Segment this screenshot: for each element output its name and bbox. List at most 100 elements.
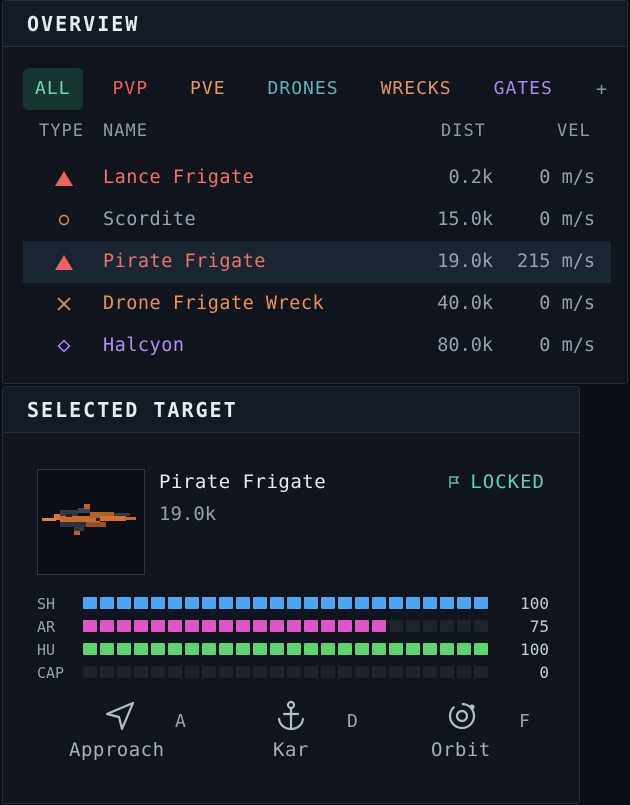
- target-distance: 19.0k: [159, 503, 217, 525]
- bar-segment: [219, 620, 233, 632]
- row-velocity: 0 m/s: [539, 167, 595, 188]
- column-type[interactable]: TYPE: [39, 121, 84, 141]
- approach-button[interactable]: A Approach: [67, 697, 227, 777]
- ship-portrait: [37, 469, 145, 575]
- bar-segment: [270, 597, 284, 609]
- bar-segment: [338, 666, 352, 678]
- bar-segment: [202, 666, 216, 678]
- overview-header: OVERVIEW: [3, 1, 627, 47]
- column-dist[interactable]: DIST: [441, 121, 486, 141]
- armor-bar: AR 75: [37, 616, 549, 639]
- bar-segment: [457, 643, 471, 655]
- bar-segment: [304, 597, 318, 609]
- bar-segment: [83, 666, 97, 678]
- orbit-button[interactable]: F Orbit: [431, 697, 591, 777]
- bar-segment: [457, 597, 471, 609]
- bar-segment: [219, 666, 233, 678]
- bar-segment: [83, 643, 97, 655]
- bar-segment: [406, 597, 420, 609]
- add-tab-button[interactable]: +: [596, 79, 607, 100]
- asteroid-circle-icon: [53, 199, 75, 241]
- row-name: Halcyon: [103, 335, 185, 356]
- bar-segment: [151, 597, 165, 609]
- row-distance: 0.2k: [448, 167, 493, 188]
- bar-segment: [219, 597, 233, 609]
- gate-diamond-icon: [53, 325, 75, 367]
- bar-segment: [304, 620, 318, 632]
- bar-segment: [423, 620, 437, 632]
- tab-pvp[interactable]: PVP: [101, 68, 161, 110]
- anchor-icon: [277, 700, 305, 731]
- bar-segment: [270, 666, 284, 678]
- bar-segment: [168, 597, 182, 609]
- bar-segment: [372, 597, 386, 609]
- bar-segment: [440, 643, 454, 655]
- tab-drones[interactable]: DRONES: [256, 68, 351, 110]
- overview-row[interactable]: Halcyon 80.0k 0 m/s: [23, 325, 611, 367]
- bar-segment: [287, 620, 301, 632]
- bar-segment: [202, 620, 216, 632]
- target-name: Pirate Frigate: [159, 471, 327, 493]
- bar-segment: [117, 666, 131, 678]
- overview-row[interactable]: Lance Frigate 0.2k 0 m/s: [23, 157, 611, 199]
- column-name[interactable]: NAME: [103, 121, 148, 141]
- bar-segment: [134, 643, 148, 655]
- bar-segment: [117, 597, 131, 609]
- tab-pve[interactable]: PVE: [178, 68, 238, 110]
- capacitor-bar-label: CAP: [37, 664, 65, 682]
- bar-segment: [253, 620, 267, 632]
- overview-row[interactable]: Scordite 15.0k 0 m/s: [23, 199, 611, 241]
- bar-segment: [236, 643, 250, 655]
- column-vel[interactable]: VEL: [557, 121, 591, 141]
- flag-icon: [449, 476, 460, 488]
- bar-segment: [355, 620, 369, 632]
- hull-bar-value: 100: [520, 640, 549, 659]
- bar-segment: [423, 643, 437, 655]
- capacitor-bar: CAP 0: [37, 662, 549, 685]
- target-actions: A Approach D Kar F Orbit: [3, 697, 581, 777]
- armor-bar-segments: [83, 620, 488, 632]
- bar-segment: [287, 597, 301, 609]
- shield-bar-segments: [83, 597, 488, 609]
- bar-segment: [355, 666, 369, 678]
- row-distance: 19.0k: [437, 251, 493, 272]
- overview-title: OVERVIEW: [27, 11, 140, 36]
- bar-segment: [117, 643, 131, 655]
- pirate-frigate-sprite: [42, 504, 136, 535]
- row-distance: 40.0k: [437, 293, 493, 314]
- lock-status-label: LOCKED: [470, 471, 545, 493]
- bar-segment: [389, 643, 403, 655]
- keep-at-range-button[interactable]: D Kar: [269, 697, 429, 777]
- tab-wrecks[interactable]: WRECKS: [369, 68, 464, 110]
- bar-segment: [321, 620, 335, 632]
- shield-bar: SH 100: [37, 593, 549, 616]
- hull-bar: HU 100: [37, 639, 549, 662]
- bar-segment: [134, 597, 148, 609]
- approach-label: Approach: [69, 739, 165, 761]
- orbit-icon: [448, 702, 476, 730]
- bar-segment: [321, 643, 335, 655]
- tab-all[interactable]: ALL: [23, 68, 83, 110]
- tab-gates[interactable]: GATES: [482, 68, 565, 110]
- bar-segment: [151, 666, 165, 678]
- row-velocity: 0 m/s: [539, 293, 595, 314]
- bar-segment: [134, 620, 148, 632]
- bar-segment: [440, 597, 454, 609]
- row-name: Drone Frigate Wreck: [103, 293, 325, 314]
- shield-bar-value: 100: [520, 594, 549, 613]
- bar-segment: [338, 620, 352, 632]
- overview-row-selected[interactable]: Pirate Frigate 19.0k 215 m/s: [23, 241, 611, 283]
- bar-segment: [355, 643, 369, 655]
- overview-row[interactable]: Drone Frigate Wreck 40.0k 0 m/s: [23, 283, 611, 325]
- lock-status: LOCKED: [448, 471, 545, 493]
- hostile-triangle-icon: [53, 241, 75, 283]
- bar-segment: [406, 643, 420, 655]
- armor-bar-value: 75: [529, 617, 549, 636]
- navigate-arrow-icon: [105, 701, 135, 731]
- bar-segment: [100, 597, 114, 609]
- column-headers: TYPE NAME DIST VEL: [3, 121, 627, 147]
- row-velocity: 215 m/s: [517, 251, 595, 272]
- bar-segment: [406, 666, 420, 678]
- bar-segment: [236, 666, 250, 678]
- target-title: SELECTED TARGET: [27, 397, 238, 422]
